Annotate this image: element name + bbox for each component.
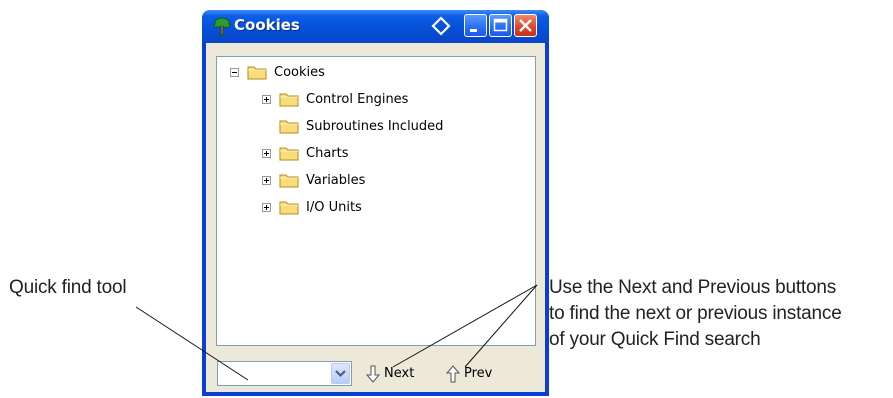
leader-line-quick-find xyxy=(135,306,249,381)
callout-lines xyxy=(135,284,538,381)
leader-line-next xyxy=(392,284,538,368)
leader-line-prev xyxy=(464,284,538,368)
